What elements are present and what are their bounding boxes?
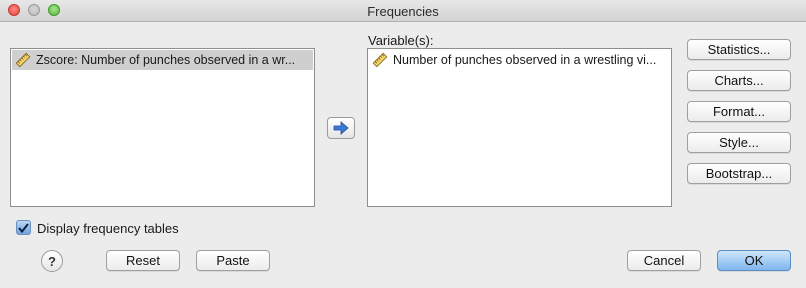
variables-label: Variable(s): <box>368 33 434 48</box>
source-variable-list[interactable]: Zscore: Number of punches observed in a … <box>10 48 315 207</box>
title-bar[interactable]: Frequencies <box>0 0 806 22</box>
frequencies-dialog: Frequencies Zscore: Number of punches ob… <box>0 0 806 288</box>
ok-button[interactable]: OK <box>717 250 791 271</box>
style-button[interactable]: Style... <box>687 132 791 153</box>
move-to-variables-button[interactable] <box>327 117 355 139</box>
display-frequency-tables-checkbox[interactable] <box>16 220 31 235</box>
source-list-item-label: Zscore: Number of punches observed in a … <box>36 53 296 67</box>
display-frequency-tables-label[interactable]: Display frequency tables <box>37 221 179 236</box>
target-list-item-label: Number of punches observed in a wrestlin… <box>393 53 657 67</box>
source-list-item[interactable]: Zscore: Number of punches observed in a … <box>12 50 313 70</box>
format-button[interactable]: Format... <box>687 101 791 122</box>
charts-button[interactable]: Charts... <box>687 70 791 91</box>
window-title: Frequencies <box>367 4 439 19</box>
target-variable-list[interactable]: Number of punches observed in a wrestlin… <box>367 48 672 207</box>
checkmark-icon <box>18 222 29 233</box>
arrow-right-icon <box>333 121 349 135</box>
statistics-button[interactable]: Statistics... <box>687 39 791 60</box>
bootstrap-button[interactable]: Bootstrap... <box>687 163 791 184</box>
cancel-button[interactable]: Cancel <box>627 250 701 271</box>
target-list-item[interactable]: Number of punches observed in a wrestlin… <box>369 50 670 70</box>
paste-button[interactable]: Paste <box>196 250 270 271</box>
ruler-scale-icon <box>15 52 31 68</box>
ruler-scale-icon <box>372 52 388 68</box>
help-button[interactable]: ? <box>41 250 63 272</box>
reset-button[interactable]: Reset <box>106 250 180 271</box>
